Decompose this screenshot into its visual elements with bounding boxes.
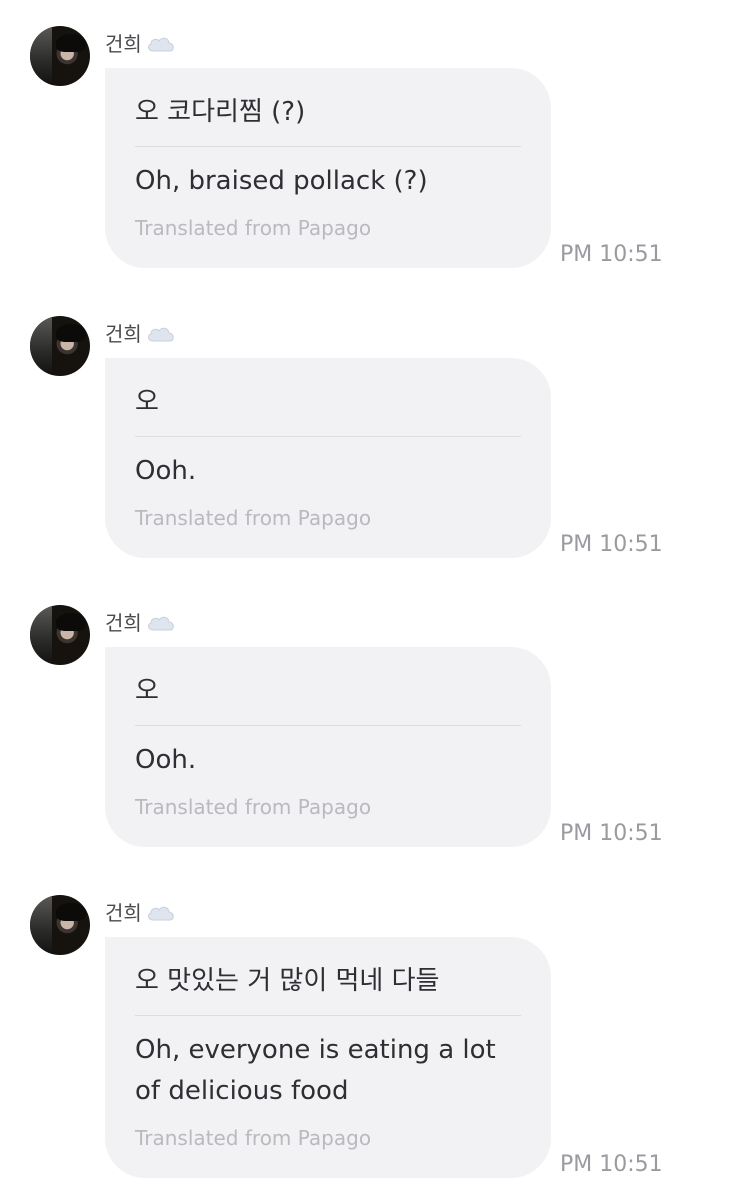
timestamp: PM 10:51 <box>560 1152 663 1177</box>
message-4: 건희 오 맛있는 거 많이 먹네 다들 Oh, everyone is eati… <box>0 869 732 1200</box>
translation-source: Translated from Papago <box>135 216 372 240</box>
sender-name: 건희 <box>105 30 176 58</box>
avatar[interactable] <box>30 26 90 86</box>
message-bubble[interactable]: 오 맛있는 거 많이 먹네 다들 Oh, everyone is eating … <box>105 937 551 1178</box>
sender-name: 건희 <box>105 609 176 637</box>
message-1: 건희 오 코다리찜 (?) Oh, braised pollack (?) Tr… <box>0 0 732 290</box>
cloud-icon <box>147 327 174 342</box>
sender-name: 건희 <box>105 899 176 927</box>
sender-name-text: 건희 <box>105 611 142 635</box>
timestamp: PM 10:51 <box>560 242 663 267</box>
sender-name-text: 건희 <box>105 32 142 56</box>
translated-text: Ooh. <box>135 456 197 486</box>
translated-text: Ooh. <box>135 745 197 775</box>
timestamp: PM 10:51 <box>560 532 663 557</box>
original-text: 오 <box>135 667 521 726</box>
sender-name-text: 건희 <box>105 322 142 346</box>
cloud-icon <box>147 906 174 921</box>
avatar[interactable] <box>30 605 90 665</box>
original-text: 오 <box>135 378 521 437</box>
cloud-icon <box>147 616 174 631</box>
cloud-icon <box>147 37 174 52</box>
message-bubble[interactable]: 오 코다리찜 (?) Oh, braised pollack (?) Trans… <box>105 68 551 268</box>
sender-name: 건희 <box>105 320 176 348</box>
translation-source: Translated from Papago <box>135 795 372 819</box>
translated-text: Oh, everyone is eating a lot of deliciou… <box>135 1035 496 1106</box>
avatar[interactable] <box>30 895 90 955</box>
translation-source: Translated from Papago <box>135 506 372 530</box>
timestamp: PM 10:51 <box>560 821 663 846</box>
message-3: 건희 오 Ooh. Translated from Papago PM 10:5… <box>0 579 732 869</box>
message-bubble[interactable]: 오 Ooh. Translated from Papago <box>105 647 551 847</box>
avatar[interactable] <box>30 316 90 376</box>
message-bubble[interactable]: 오 Ooh. Translated from Papago <box>105 358 551 558</box>
translation-source: Translated from Papago <box>135 1126 372 1150</box>
original-text: 오 맛있는 거 많이 먹네 다들 <box>135 957 521 1016</box>
translated-text: Oh, braised pollack (?) <box>135 166 428 196</box>
message-2: 건희 오 Ooh. Translated from Papago PM 10:5… <box>0 290 732 580</box>
sender-name-text: 건희 <box>105 901 142 925</box>
original-text: 오 코다리찜 (?) <box>135 88 521 147</box>
